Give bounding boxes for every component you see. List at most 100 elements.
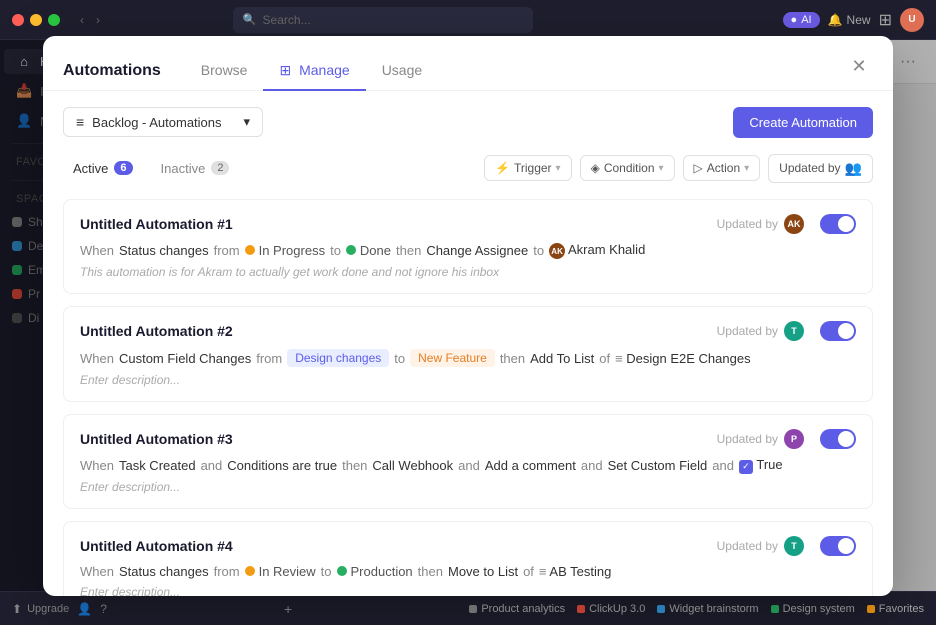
clickup-tag[interactable]: ClickUp 3.0	[577, 603, 645, 615]
automation-2-toggle[interactable]	[820, 321, 856, 341]
minimize-window-btn[interactable]	[30, 14, 42, 26]
when-3: When	[80, 458, 114, 473]
upgrade-label: Upgrade	[27, 603, 69, 615]
active-tab[interactable]: Active 6	[63, 157, 143, 180]
product-analytics-tag[interactable]: Product analytics	[469, 603, 565, 615]
toggle-3-knob	[838, 431, 854, 447]
green-dot-4	[337, 566, 347, 576]
automation-1-toggle[interactable]	[820, 214, 856, 234]
design-system-label: Design system	[783, 603, 855, 615]
action-icon: ▷	[694, 161, 703, 175]
condition-filter[interactable]: ◈ Condition ▾	[580, 155, 675, 181]
automation-2-title-row: Untitled Automation #2 Updated by T	[80, 321, 856, 341]
action-2: Add To List	[530, 351, 594, 366]
ai-badge[interactable]: ● AI	[783, 12, 820, 28]
create-automation-button[interactable]: Create Automation	[733, 107, 873, 138]
automation-3-desc: Enter description...	[80, 480, 856, 494]
new-button[interactable]: 🔔 New	[828, 13, 871, 27]
avatar-2: T	[784, 321, 804, 341]
orange-dot-4	[245, 566, 255, 576]
toggle-4-knob	[838, 538, 854, 554]
modal-tabs: Browse ⊞ Manage Usage	[185, 52, 438, 90]
automation-3-toggle[interactable]	[820, 429, 856, 449]
help-button[interactable]: ?	[100, 602, 107, 616]
automation-3-title-row: Untitled Automation #3 Updated by P	[80, 429, 856, 449]
automation-row-3: Untitled Automation #3 Updated by P When…	[63, 414, 873, 509]
condition-chevron: ▾	[659, 163, 664, 174]
tab-browse[interactable]: Browse	[185, 52, 264, 91]
assignee-avatar-1: AK	[549, 243, 565, 259]
product-analytics-dot	[469, 605, 477, 613]
automation-3-rule: When Task Created and Conditions are tru…	[80, 457, 856, 474]
plus-icon: +	[284, 601, 292, 617]
updated-by-filter[interactable]: Updated by 👥	[768, 154, 873, 183]
trigger-3: Task Created	[119, 458, 196, 473]
action2-3: Add a comment	[485, 458, 576, 473]
automation-4-title-row: Untitled Automation #4 Updated by T	[80, 536, 856, 556]
window-controls	[12, 14, 60, 26]
upgrade-button[interactable]: ⬆ Upgrade	[12, 602, 69, 616]
trigger-filter[interactable]: ⚡ Trigger ▾	[484, 155, 572, 181]
widget-brainstorm-dot	[657, 605, 665, 613]
action-1: Change Assignee	[426, 243, 528, 258]
tab-manage[interactable]: ⊞ Manage	[263, 52, 365, 91]
widget-brainstorm-label: Widget brainstorm	[669, 603, 758, 615]
modal-title: Automations	[63, 62, 161, 80]
widget-brainstorm-tag[interactable]: Widget brainstorm	[657, 603, 758, 615]
favorites-tag[interactable]: Favorites	[867, 603, 924, 615]
nav-forward[interactable]: ›	[92, 11, 104, 29]
automation-4-toggle[interactable]	[820, 536, 856, 556]
automation-4-title[interactable]: Untitled Automation #4	[80, 538, 233, 554]
orange-dot-1	[245, 245, 255, 255]
backlog-select[interactable]: ≡ Backlog - Automations ▾	[63, 107, 263, 137]
action-value-4: ≡ AB Testing	[539, 564, 611, 579]
ai-label: AI	[801, 14, 811, 26]
filter-row: Active 6 Inactive 2 ⚡ Trigger ▾	[63, 154, 873, 183]
trigger-chevron: ▾	[556, 163, 561, 174]
automation-2-title[interactable]: Untitled Automation #2	[80, 323, 233, 339]
bottom-left: ⬆ Upgrade 👤 ?	[12, 602, 107, 616]
add-button[interactable]: +	[284, 601, 292, 617]
inactive-count: 2	[211, 161, 229, 175]
modal-body: ≡ Backlog - Automations ▾ Create Automat…	[43, 91, 893, 596]
automation-3-title[interactable]: Untitled Automation #3	[80, 431, 233, 447]
automation-4-rule: When Status changes from In Review to Pr…	[80, 564, 856, 579]
search-bar[interactable]: 🔍 Search...	[233, 7, 533, 33]
search-placeholder: Search...	[263, 13, 311, 27]
when-2: When	[80, 351, 114, 366]
action-filter[interactable]: ▷ Action ▾	[683, 155, 761, 181]
modal-header: Automations Browse ⊞ Manage Usage ✕	[43, 36, 893, 91]
user-avatar[interactable]: U	[900, 8, 924, 32]
list-icon-2: ≡	[615, 351, 626, 366]
and3-3: and	[581, 458, 603, 473]
and2-3: and	[458, 458, 480, 473]
automation-4-desc: Enter description...	[80, 585, 856, 596]
to-status-4: Production	[337, 564, 413, 579]
grid-icon[interactable]: ⊞	[879, 10, 892, 30]
user-settings-button[interactable]: 👤	[77, 602, 92, 616]
maximize-window-btn[interactable]	[48, 14, 60, 26]
condition-icon: ◈	[591, 161, 600, 175]
then-4: then	[418, 564, 443, 579]
automation-1-rule: When Status changes from In Progress to …	[80, 242, 856, 260]
bell-icon: 🔔	[828, 13, 843, 27]
from-status-4: In Review	[245, 564, 316, 579]
ai-icon: ●	[791, 14, 798, 26]
nav-back[interactable]: ‹	[76, 11, 88, 29]
list-icon: ≡	[76, 114, 84, 130]
avatar-4: T	[784, 536, 804, 556]
design-system-tag[interactable]: Design system	[771, 603, 855, 615]
clickup-dot	[577, 605, 585, 613]
tab-usage[interactable]: Usage	[366, 52, 438, 91]
modal-overlay: Automations Browse ⊞ Manage Usage ✕ ≡	[0, 40, 936, 591]
automation-1-title[interactable]: Untitled Automation #1	[80, 216, 233, 232]
modal-close-button[interactable]: ✕	[845, 53, 873, 81]
trigger-2: Custom Field Changes	[119, 351, 251, 366]
favorites-dot	[867, 605, 875, 613]
inactive-tab[interactable]: Inactive 2	[151, 157, 240, 180]
active-count: 6	[114, 161, 132, 175]
close-window-btn[interactable]	[12, 14, 24, 26]
updated-by-icon: 👥	[845, 160, 862, 177]
and1-3: and	[201, 458, 223, 473]
toolbar-row: ≡ Backlog - Automations ▾ Create Automat…	[63, 107, 873, 138]
